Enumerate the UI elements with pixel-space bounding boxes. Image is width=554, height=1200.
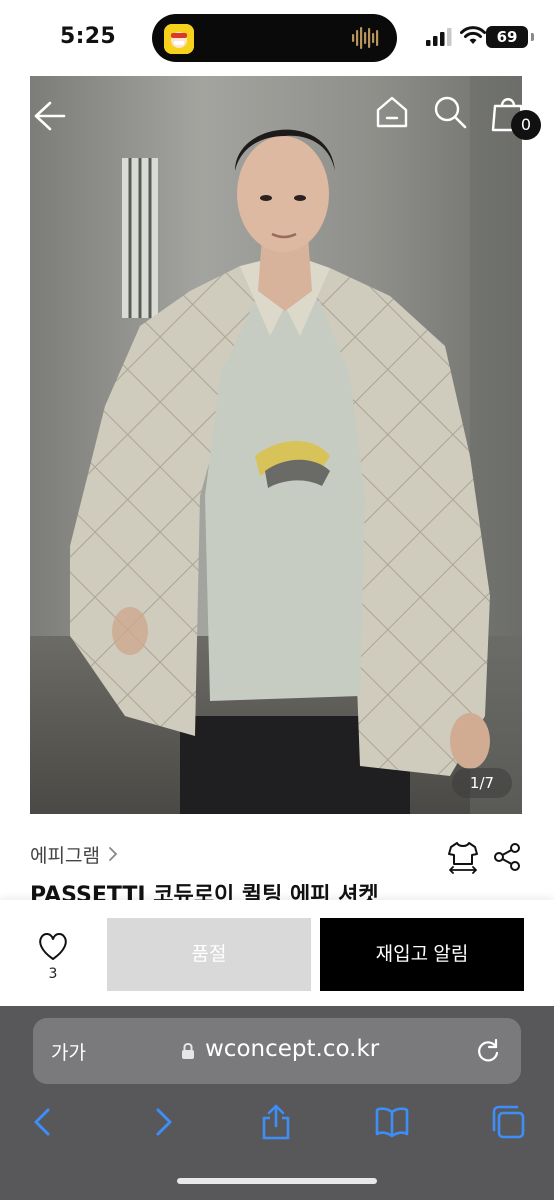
share-icon bbox=[494, 843, 520, 871]
soldout-button[interactable]: 품절 bbox=[107, 918, 311, 991]
home-indicator bbox=[177, 1178, 377, 1184]
like-button[interactable]: 3 bbox=[30, 930, 76, 986]
size-fit-button[interactable] bbox=[447, 840, 479, 874]
wifi-icon bbox=[460, 26, 486, 44]
lock-icon bbox=[182, 1043, 194, 1059]
status-bar: 5:25 69 bbox=[0, 0, 554, 76]
back-arrow-icon bbox=[34, 101, 66, 131]
share-button[interactable] bbox=[492, 842, 522, 872]
brand-name: 에피그램 bbox=[30, 844, 100, 867]
address-bar[interactable]: 가가 wconcept.co.kr bbox=[33, 1018, 521, 1084]
image-page-indicator: 1/7 bbox=[452, 768, 512, 798]
audio-waveform-icon bbox=[351, 26, 381, 50]
brand-link[interactable]: 에피그램 bbox=[30, 840, 120, 868]
product-title: PASSETTI 코듀로이 퀼팅 에피 셔켓 bbox=[30, 884, 379, 900]
safari-back-icon[interactable] bbox=[26, 1102, 62, 1142]
cellular-signal-icon bbox=[426, 28, 452, 46]
product-title-clip: PASSETTI 코듀로이 퀼팅 에피 셔켓 bbox=[30, 884, 530, 900]
home-icon bbox=[376, 96, 408, 128]
url-text: wconcept.co.kr bbox=[205, 1036, 380, 1062]
back-button[interactable] bbox=[30, 96, 70, 136]
dynamic-island bbox=[152, 14, 397, 62]
home-button[interactable] bbox=[374, 94, 410, 130]
like-count: 3 bbox=[48, 966, 58, 982]
reload-icon[interactable] bbox=[475, 1038, 501, 1064]
cart-count-badge: 0 bbox=[511, 110, 541, 140]
text-size-button[interactable]: 가가 bbox=[51, 1038, 86, 1065]
share-upload-icon[interactable] bbox=[258, 1102, 294, 1142]
hanger-fit-icon bbox=[448, 842, 478, 874]
safari-forward-icon[interactable] bbox=[144, 1102, 180, 1142]
purchase-action-bar: 3 품절 재입고 알림 bbox=[0, 900, 554, 1006]
status-time: 5:25 bbox=[60, 24, 116, 49]
tabs-icon[interactable] bbox=[490, 1102, 526, 1142]
bookmarks-icon[interactable] bbox=[374, 1102, 410, 1142]
product-image-carousel[interactable]: 1/7 bbox=[30, 76, 522, 814]
restock-alert-button[interactable]: 재입고 알림 bbox=[320, 918, 524, 991]
heart-icon bbox=[39, 933, 67, 960]
chevron-right-icon bbox=[109, 847, 118, 861]
battery-cap bbox=[531, 33, 534, 41]
search-icon bbox=[434, 96, 467, 129]
battery-level: 69 bbox=[486, 26, 528, 48]
search-button[interactable] bbox=[432, 94, 468, 130]
product-photo bbox=[30, 76, 522, 814]
battery-indicator: 69 bbox=[486, 26, 534, 48]
status-icons: 69 bbox=[394, 26, 534, 48]
app-activity-icon bbox=[164, 24, 194, 54]
browser-toolbar: 가가 wconcept.co.kr bbox=[0, 1006, 554, 1200]
